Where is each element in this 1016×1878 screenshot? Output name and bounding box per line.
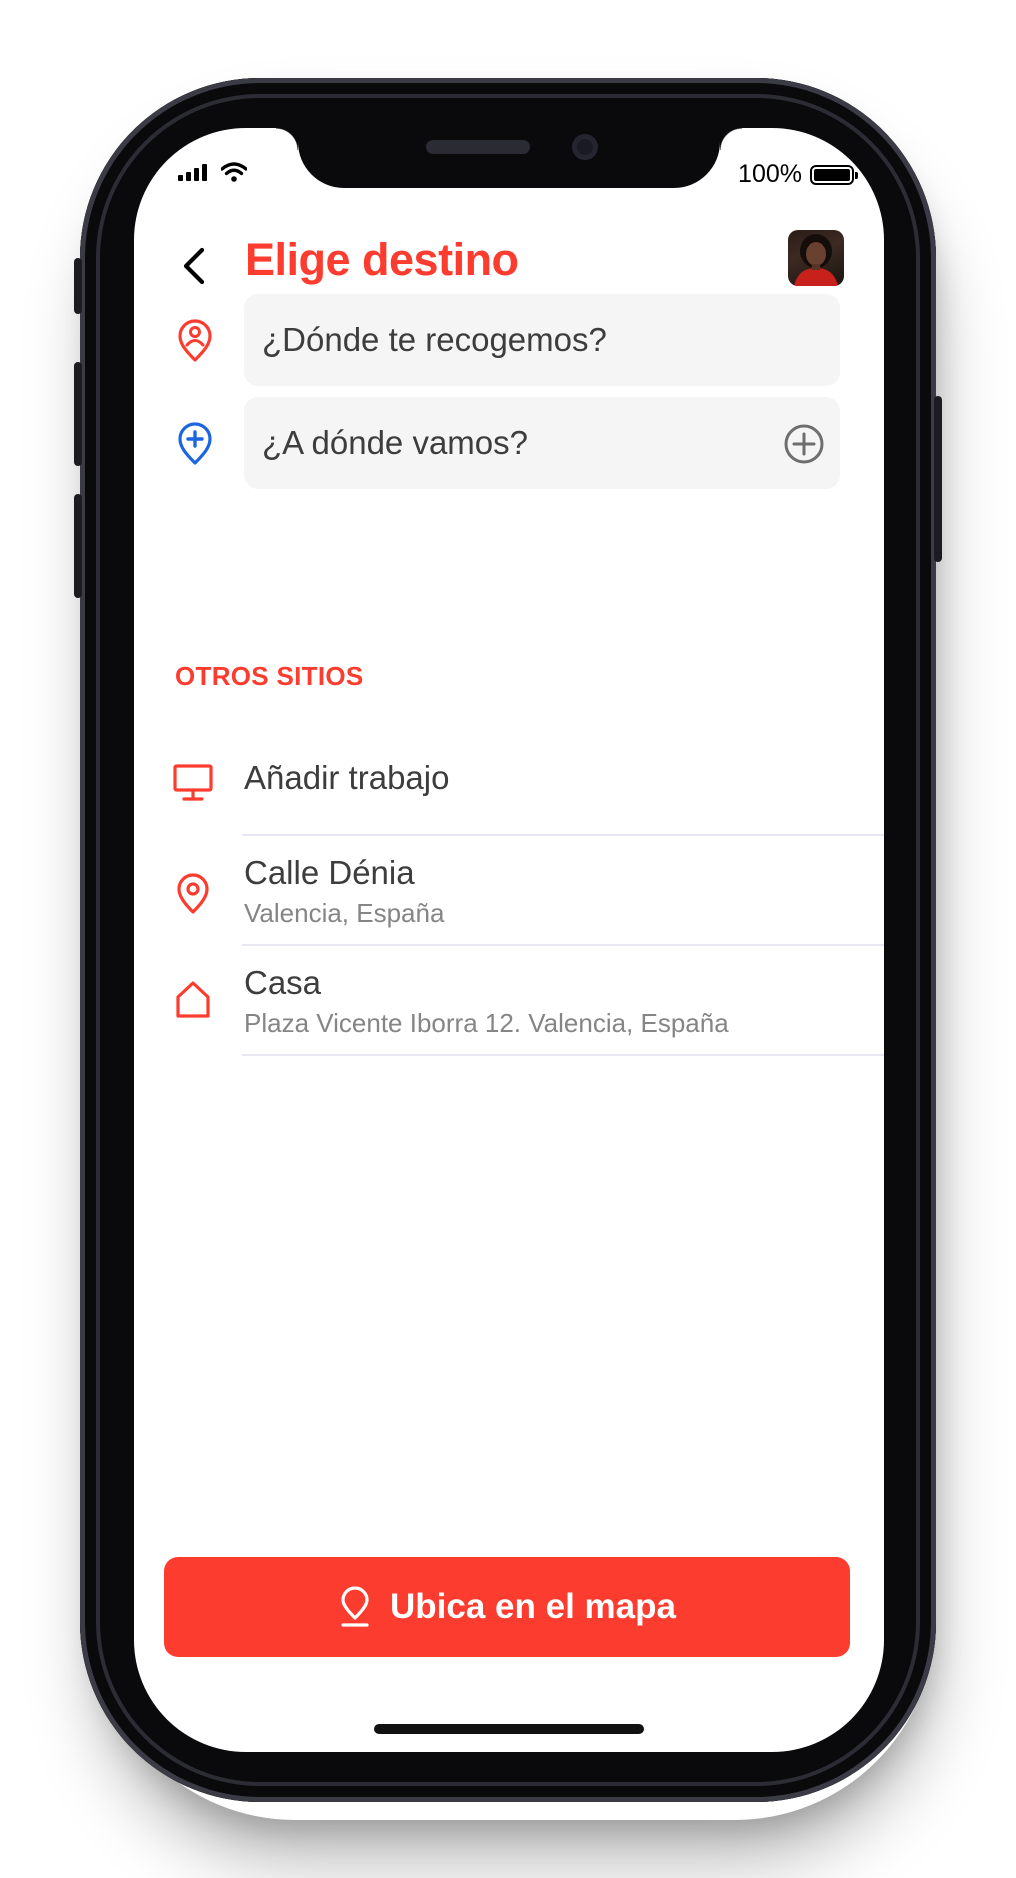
location-pin-icon [341, 1586, 369, 1627]
home-icon [176, 981, 210, 1018]
destination-row [134, 397, 884, 489]
back-button[interactable] [174, 236, 214, 296]
section-label-other-places: OTROS SITIOS [175, 661, 364, 691]
locate-on-map-label: Ubica en el mapa [390, 1587, 676, 1626]
app-screen: 100% Elige destino ¿Dónde te recogemos? … [134, 128, 884, 1752]
divider [242, 834, 884, 836]
divider [242, 944, 884, 946]
speaker [426, 140, 530, 154]
avatar-picture [794, 234, 838, 286]
list-item-calle-denia[interactable]: Calle Dénia Valencia, España [134, 844, 884, 944]
destination-input[interactable] [244, 397, 840, 489]
list-item-add-work[interactable]: Añadir trabajo [134, 754, 884, 844]
volume-up-button [74, 362, 82, 466]
page-title: Elige destino [245, 234, 519, 285]
place-title: Calle Dénia [244, 854, 415, 891]
user-avatar[interactable] [788, 230, 844, 286]
place-subtitle: Valencia, España [244, 898, 445, 928]
divider [242, 1054, 884, 1056]
notch [276, 128, 742, 188]
list-item-home[interactable]: Casa Plaza Vicente Iborra 12. Valencia, … [134, 954, 884, 1054]
mute-switch [74, 258, 82, 314]
home-indicator[interactable] [374, 1724, 644, 1734]
add-circle-icon[interactable] [782, 422, 826, 466]
front-camera [572, 134, 598, 160]
status-bar-left [178, 162, 247, 182]
place-title: Añadir trabajo [244, 759, 450, 796]
wifi-icon [221, 162, 247, 182]
power-button [934, 396, 942, 562]
chevron-left-icon [183, 247, 205, 285]
place-subtitle: Plaza Vicente Iborra 12. Valencia, Españ… [244, 1008, 729, 1038]
pin-person-icon [178, 319, 212, 362]
status-bar-right: 100% [738, 160, 858, 189]
battery-icon [810, 164, 858, 185]
monitor-icon [173, 764, 213, 801]
pin-plus-icon [178, 422, 212, 465]
map-pin-icon [177, 873, 209, 914]
battery-percentage: 100% [738, 160, 802, 188]
volume-down-button [74, 494, 82, 598]
cellular-signal-icon [178, 163, 207, 181]
place-title: Casa [244, 964, 322, 1001]
pickup-row [134, 294, 884, 386]
pickup-input[interactable] [244, 294, 840, 386]
locate-on-map-button[interactable]: Ubica en el mapa [164, 1557, 850, 1657]
